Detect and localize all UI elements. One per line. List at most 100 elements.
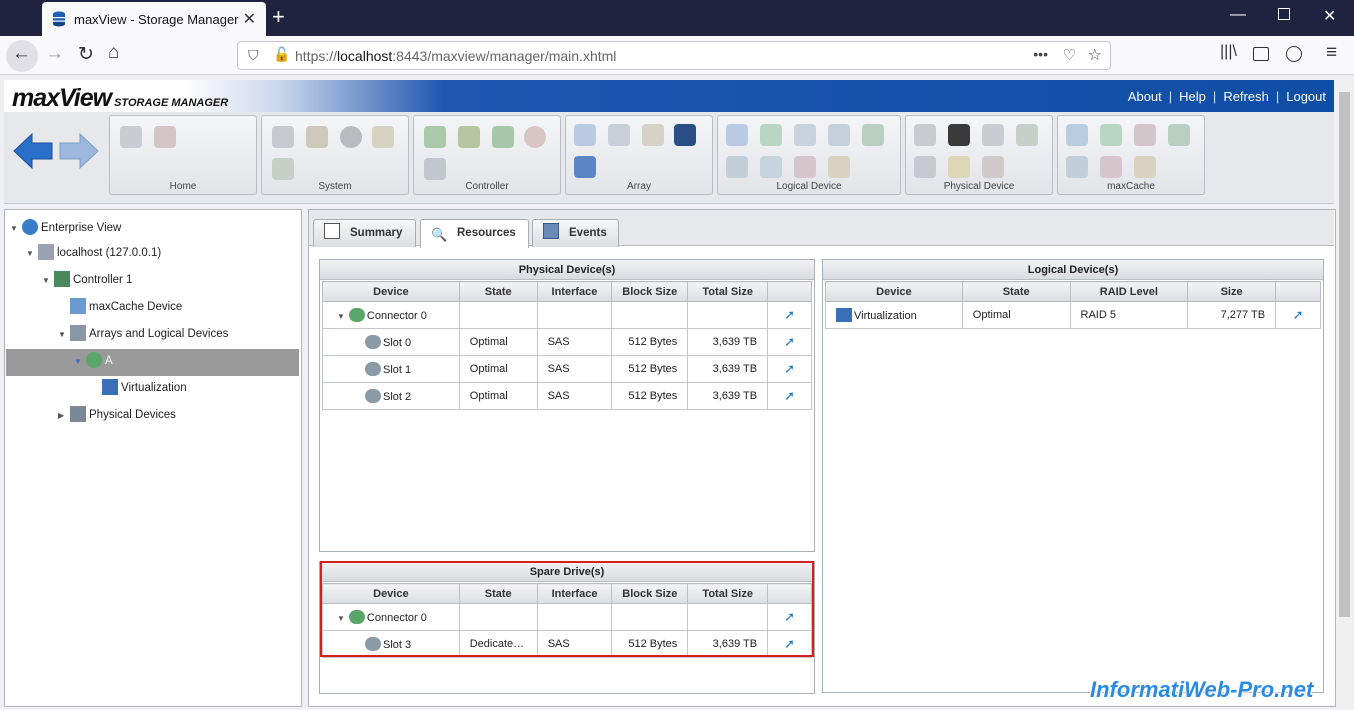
- cache-disable-icon[interactable]: [1134, 124, 1156, 146]
- open-arrow-icon[interactable]: ➚: [767, 301, 812, 329]
- chevron-down-icon[interactable]: ▼: [337, 312, 345, 321]
- minimize-icon[interactable]: —: [1230, 6, 1246, 24]
- tree-item-controller[interactable]: ▼ Controller 1: [42, 270, 132, 290]
- chevron-down-icon[interactable]: ▼: [26, 244, 38, 264]
- new-tab-icon[interactable]: +: [272, 4, 285, 30]
- array-alert-icon[interactable]: [608, 124, 630, 146]
- array-settings-icon[interactable]: [574, 124, 596, 146]
- tab-resources[interactable]: 🔍 Resources: [420, 219, 529, 248]
- open-arrow-icon[interactable]: ➚: [1275, 301, 1321, 329]
- account-icon[interactable]: [1286, 46, 1302, 62]
- system-settings-icon[interactable]: [272, 126, 294, 148]
- system-alert-icon[interactable]: [306, 126, 328, 148]
- add-system-icon[interactable]: [120, 126, 142, 148]
- cache-clock-icon[interactable]: [1134, 156, 1156, 178]
- tree-item-physical-devices[interactable]: ▶ Physical Devices: [58, 405, 176, 425]
- lock-warning-icon[interactable]: 🔓: [273, 46, 290, 63]
- maximize-icon[interactable]: [1278, 8, 1290, 20]
- pocket-icon[interactable]: ♡: [1063, 46, 1076, 64]
- cache-expand-icon[interactable]: [1168, 124, 1190, 146]
- reload-icon[interactable]: ↻: [78, 43, 94, 66]
- forward-nav-arrow-icon[interactable]: [58, 130, 100, 172]
- table-row[interactable]: Slot 0 Optimal SAS 512 Bytes 3,639 TB ➚: [322, 328, 812, 356]
- menu-icon[interactable]: ≡: [1326, 42, 1337, 64]
- table-row[interactable]: Slot 1 Optimal SAS 512 Bytes 3,639 TB ➚: [322, 355, 812, 383]
- tree-item-arrays[interactable]: ▼ Arrays and Logical Devices: [58, 324, 228, 344]
- bookmark-star-icon[interactable]: ☆: [1088, 45, 1102, 65]
- controller-alert-icon[interactable]: [458, 126, 480, 148]
- ld-refresh-icon[interactable]: [828, 124, 850, 146]
- sidebar-icon[interactable]: [1253, 47, 1269, 61]
- pd-erase-icon[interactable]: [948, 156, 970, 178]
- cache-delete-icon[interactable]: [1100, 156, 1122, 178]
- page-scrollbar[interactable]: [1337, 80, 1352, 708]
- close-tab-icon[interactable]: ✕: [243, 9, 256, 29]
- shield-icon[interactable]: ⛉: [248, 47, 259, 64]
- cache-search-icon[interactable]: [1066, 156, 1088, 178]
- open-arrow-icon[interactable]: ➚: [767, 328, 812, 356]
- chevron-down-icon[interactable]: ▼: [58, 325, 70, 345]
- chevron-down-icon[interactable]: ▼: [42, 271, 54, 291]
- table-row[interactable]: Slot 2 Optimal SAS 512 Bytes 3,639 TB ➚: [322, 382, 812, 410]
- system-log-icon[interactable]: [372, 126, 394, 148]
- open-arrow-icon[interactable]: ➚: [767, 355, 812, 383]
- browser-tab[interactable]: maxView - Storage Manager ✕: [42, 2, 266, 36]
- tab-summary[interactable]: Summary: [313, 219, 416, 247]
- ld-search-icon[interactable]: [726, 156, 748, 178]
- table-row[interactable]: Virtualization Optimal RAID 5 7,277 TB ➚: [825, 301, 1321, 329]
- array-edit-icon[interactable]: [642, 124, 664, 146]
- tab-events[interactable]: Events: [532, 219, 619, 247]
- ld-expand-icon[interactable]: [862, 124, 884, 146]
- controller-settings-icon[interactable]: [424, 126, 446, 148]
- toolbar-group-system: System: [261, 115, 409, 195]
- back-nav-arrow-icon[interactable]: [12, 130, 54, 172]
- spare-highlight-box: [320, 561, 814, 657]
- about-link[interactable]: About: [1128, 89, 1162, 104]
- tree-item-maxcache[interactable]: maxCache Device: [58, 297, 182, 317]
- cache-settings-icon[interactable]: [1066, 124, 1088, 146]
- help-link[interactable]: Help: [1179, 89, 1206, 104]
- tree-item-enterprise-view[interactable]: ▼ Enterprise View: [10, 218, 121, 238]
- tree-item-localhost[interactable]: ▼ localhost (127.0.0.1): [26, 243, 161, 263]
- array-locate-icon[interactable]: [674, 124, 696, 146]
- pd-fail-icon[interactable]: [948, 124, 970, 146]
- pd-expand-icon[interactable]: [1016, 124, 1038, 146]
- pd-delete-icon[interactable]: [982, 156, 1004, 178]
- chevron-down-icon[interactable]: ▼: [10, 219, 22, 239]
- logout-link[interactable]: Logout: [1286, 89, 1326, 104]
- controller-lock-icon[interactable]: [424, 158, 446, 180]
- controller-clock-icon[interactable]: [524, 126, 546, 148]
- cache-device-icon: [70, 298, 86, 314]
- ld-delete-icon[interactable]: [794, 156, 816, 178]
- chevron-right-icon[interactable]: ▶: [58, 406, 70, 426]
- ld-copy-icon[interactable]: [794, 124, 816, 146]
- address-bar[interactable]: ⛉ 🔓 https://localhost:8443/maxview/manag…: [237, 41, 1111, 70]
- more-actions-icon[interactable]: •••: [1033, 46, 1048, 62]
- pd-info-icon[interactable]: [982, 124, 1004, 146]
- watermark-text: InformatiWeb-Pro.net: [1090, 677, 1314, 702]
- scrollbar-thumb[interactable]: [1339, 92, 1350, 617]
- ld-settings-icon[interactable]: [726, 124, 748, 146]
- window-close-icon[interactable]: ✕: [1323, 6, 1336, 26]
- pd-search-icon[interactable]: [914, 156, 936, 178]
- remove-system-icon[interactable]: [154, 126, 176, 148]
- array-delete-icon[interactable]: [574, 156, 596, 178]
- ld-clock-icon[interactable]: [828, 156, 850, 178]
- library-icon[interactable]: |||\: [1220, 43, 1237, 61]
- open-arrow-icon[interactable]: ➚: [767, 382, 812, 410]
- table-row[interactable]: ▼ Connector 0 ➚: [322, 301, 812, 329]
- controller-search-icon[interactable]: [492, 126, 514, 148]
- cache-add-icon[interactable]: [1100, 124, 1122, 146]
- ld-add-icon[interactable]: [760, 124, 782, 146]
- ld-edit-icon[interactable]: [760, 156, 782, 178]
- pd-settings-icon[interactable]: [914, 124, 936, 146]
- forward-arrow-icon[interactable]: →: [45, 43, 64, 65]
- database-icon: [53, 11, 65, 27]
- tree-item-array-a[interactable]: ▼ A: [74, 351, 113, 371]
- chevron-down-icon[interactable]: ▼: [74, 352, 86, 372]
- system-search-icon[interactable]: [272, 158, 294, 180]
- home-icon[interactable]: ⌂: [108, 42, 119, 64]
- gear-icon[interactable]: [340, 126, 362, 148]
- tree-item-virtualization[interactable]: Virtualization: [90, 378, 187, 398]
- refresh-link[interactable]: Refresh: [1223, 89, 1269, 104]
